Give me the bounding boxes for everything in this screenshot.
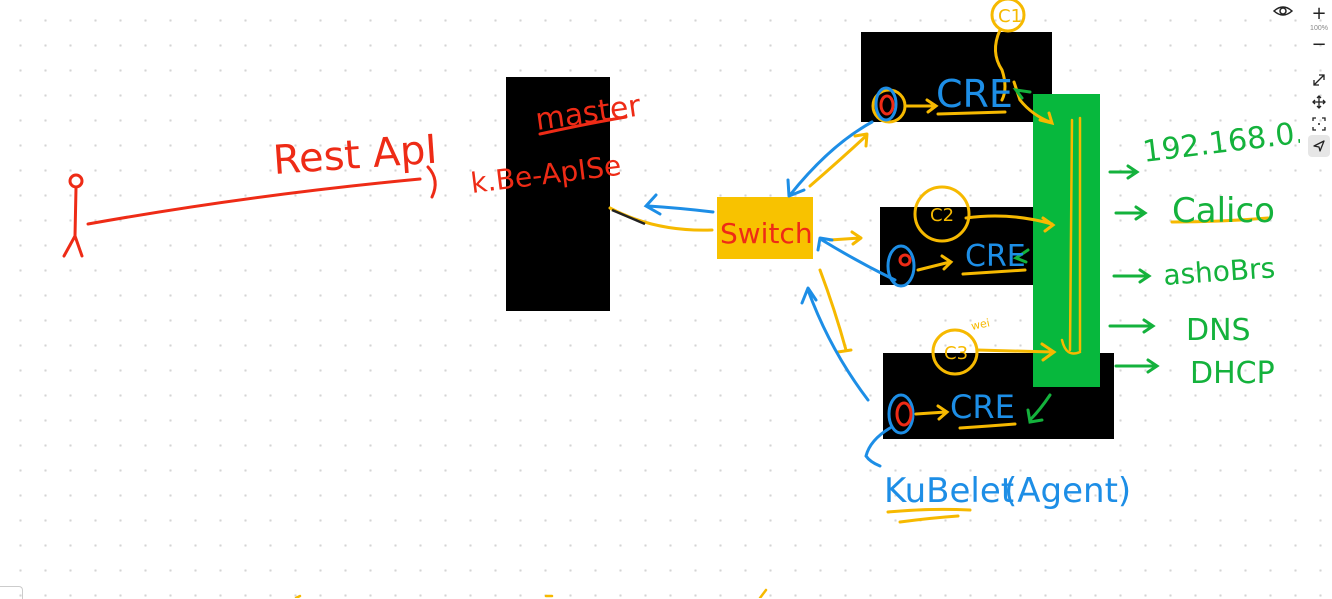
cre1-label: CRE	[936, 72, 1013, 116]
switch-node1-blue	[786, 120, 874, 198]
dns-label: DNS	[1186, 313, 1251, 348]
user-figure	[62, 173, 84, 258]
eye-icon[interactable]	[1272, 2, 1294, 20]
arrow-calico	[1114, 205, 1148, 221]
cre2-label: CRE	[965, 239, 1026, 274]
ashobrs-label: ashoBrs	[1162, 251, 1276, 292]
c1-label: C1	[998, 6, 1022, 27]
arrow-ip	[1108, 164, 1140, 180]
stray-mark	[294, 588, 768, 598]
fit-icon[interactable]	[1308, 113, 1330, 135]
cre3-label: CRE	[950, 388, 1015, 426]
arrow-dhcp	[1114, 358, 1160, 374]
switch-master-arrow	[643, 193, 715, 216]
switch-node3-blue	[800, 286, 870, 402]
rest-api-line	[86, 177, 422, 226]
arrow-dns	[1108, 318, 1156, 334]
ip-label: 192.168.0.0/1	[1141, 110, 1300, 170]
expand-icon[interactable]	[1308, 69, 1330, 91]
agent-label: (Agent)	[1004, 471, 1131, 511]
c3-label: C3	[944, 343, 968, 364]
c2-label: C2	[930, 205, 954, 226]
kubelet-underline	[886, 507, 972, 524]
switch-node2-yellow	[828, 230, 863, 246]
zoom-level: 100%	[1310, 25, 1328, 32]
c3-note: wei	[970, 316, 991, 333]
switch-node1-yellow	[808, 132, 869, 188]
arrow-ashobrs	[1112, 268, 1152, 284]
zoom-toolbar: + 100% −	[1306, 0, 1332, 598]
dhcp-label: DHCP	[1190, 356, 1275, 391]
rest-api-label: Rest ApI	[271, 127, 438, 184]
pointer-icon[interactable]	[1308, 135, 1330, 157]
master-switch-tick	[611, 208, 646, 226]
kubelet-label: KuBelet	[884, 471, 1014, 511]
switch-label: Switch	[720, 217, 813, 250]
whiteboard-canvas[interactable]: Rest ApI master k.Be-ApISe Switch CRE C1	[0, 0, 1300, 598]
calico-label: Calico	[1172, 191, 1275, 231]
move-icon[interactable]	[1308, 91, 1330, 113]
zoom-in-icon[interactable]: +	[1308, 2, 1330, 24]
bottom-left-panel-corner[interactable]	[0, 586, 23, 599]
switch-node3-yellow	[818, 268, 853, 354]
zoom-out-icon[interactable]: −	[1308, 33, 1330, 55]
